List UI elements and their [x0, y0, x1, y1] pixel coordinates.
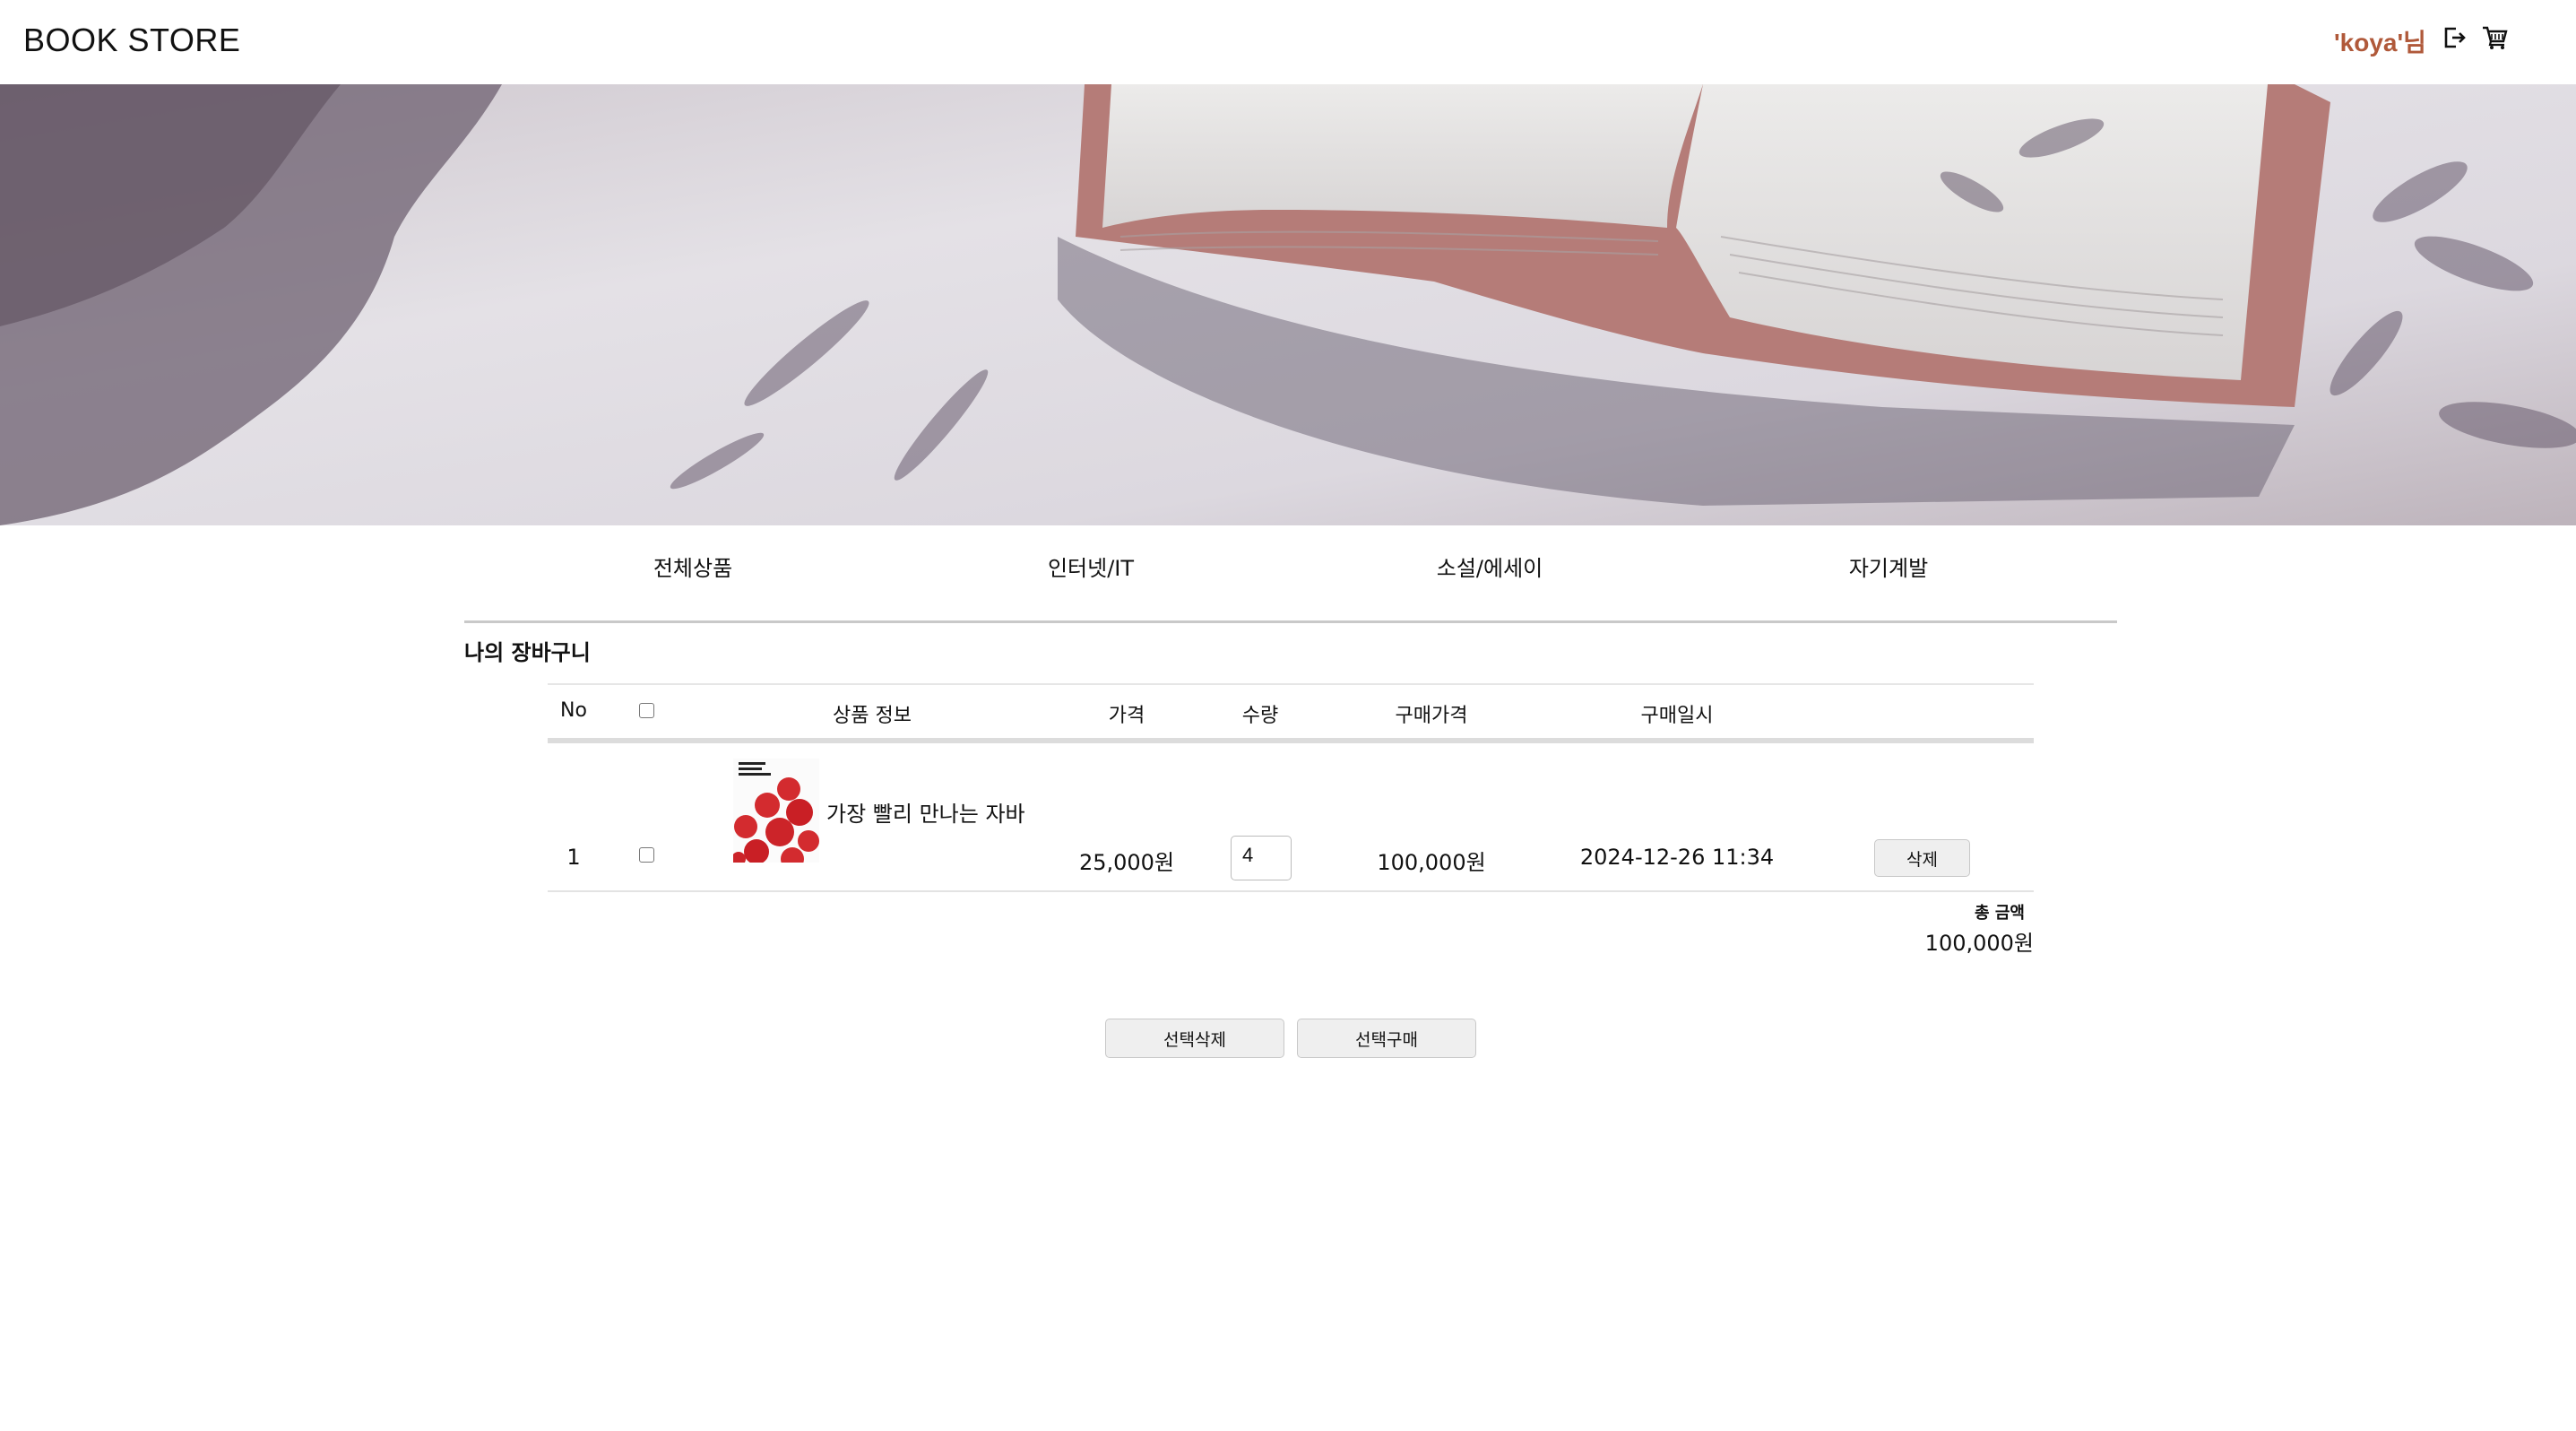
row-purchase-price: 100,000원 [1377, 850, 1486, 875]
nav-novel-essay[interactable]: 소설/에세이 [1437, 551, 1543, 582]
table-top-border [548, 683, 2034, 685]
total-value: 100,000원 [1924, 931, 2034, 956]
row-divider [548, 890, 2034, 892]
row-number: 1 [566, 845, 581, 870]
quantity-input[interactable]: 4 [1231, 836, 1292, 880]
column-no: No [560, 699, 587, 722]
table-header-border [548, 738, 2034, 743]
cart-icon[interactable] [2481, 23, 2510, 52]
row-purchase-date: 2024-12-26 11:34 [1579, 845, 1775, 870]
column-product-info: 상품 정보 [833, 705, 912, 727]
logout-icon[interactable] [2440, 23, 2468, 52]
cart-title: 나의 장바구니 [464, 640, 591, 665]
column-quantity: 수량 [1241, 705, 1279, 727]
store-logo[interactable]: BOOK STORE [23, 22, 240, 59]
hero-banner [0, 84, 2576, 525]
book-title[interactable]: 가장 빨리 만나는 자바 [826, 796, 1025, 828]
column-purchase-price: 구매가격 [1395, 705, 1468, 727]
book-cover[interactable] [733, 759, 819, 863]
total-label: 총 금액 [1975, 904, 2025, 923]
column-purchase-date: 구매일시 [1640, 705, 1714, 727]
nav-self-development[interactable]: 자기계발 [1849, 551, 1928, 582]
buy-selected-button[interactable]: 선택구매 [1297, 1019, 1476, 1058]
nav-internet-it[interactable]: 인터넷/IT [1048, 551, 1134, 582]
nav-all-products[interactable]: 전체상품 [653, 551, 732, 582]
delete-selected-button[interactable]: 선택삭제 [1105, 1019, 1284, 1058]
category-nav: 전체상품 인터넷/IT 소설/에세이 자기계발 [0, 525, 2576, 620]
nav-divider [464, 620, 2117, 623]
user-greeting: 'koya'님 [2334, 29, 2426, 56]
column-price: 가격 [1108, 705, 1145, 727]
select-all-checkbox[interactable] [639, 703, 654, 718]
row-price: 25,000원 [1078, 850, 1175, 875]
row-checkbox[interactable] [639, 847, 654, 863]
delete-row-button[interactable]: 삭제 [1874, 839, 1970, 877]
top-header: BOOK STORE 'koya'님 [0, 0, 2576, 84]
